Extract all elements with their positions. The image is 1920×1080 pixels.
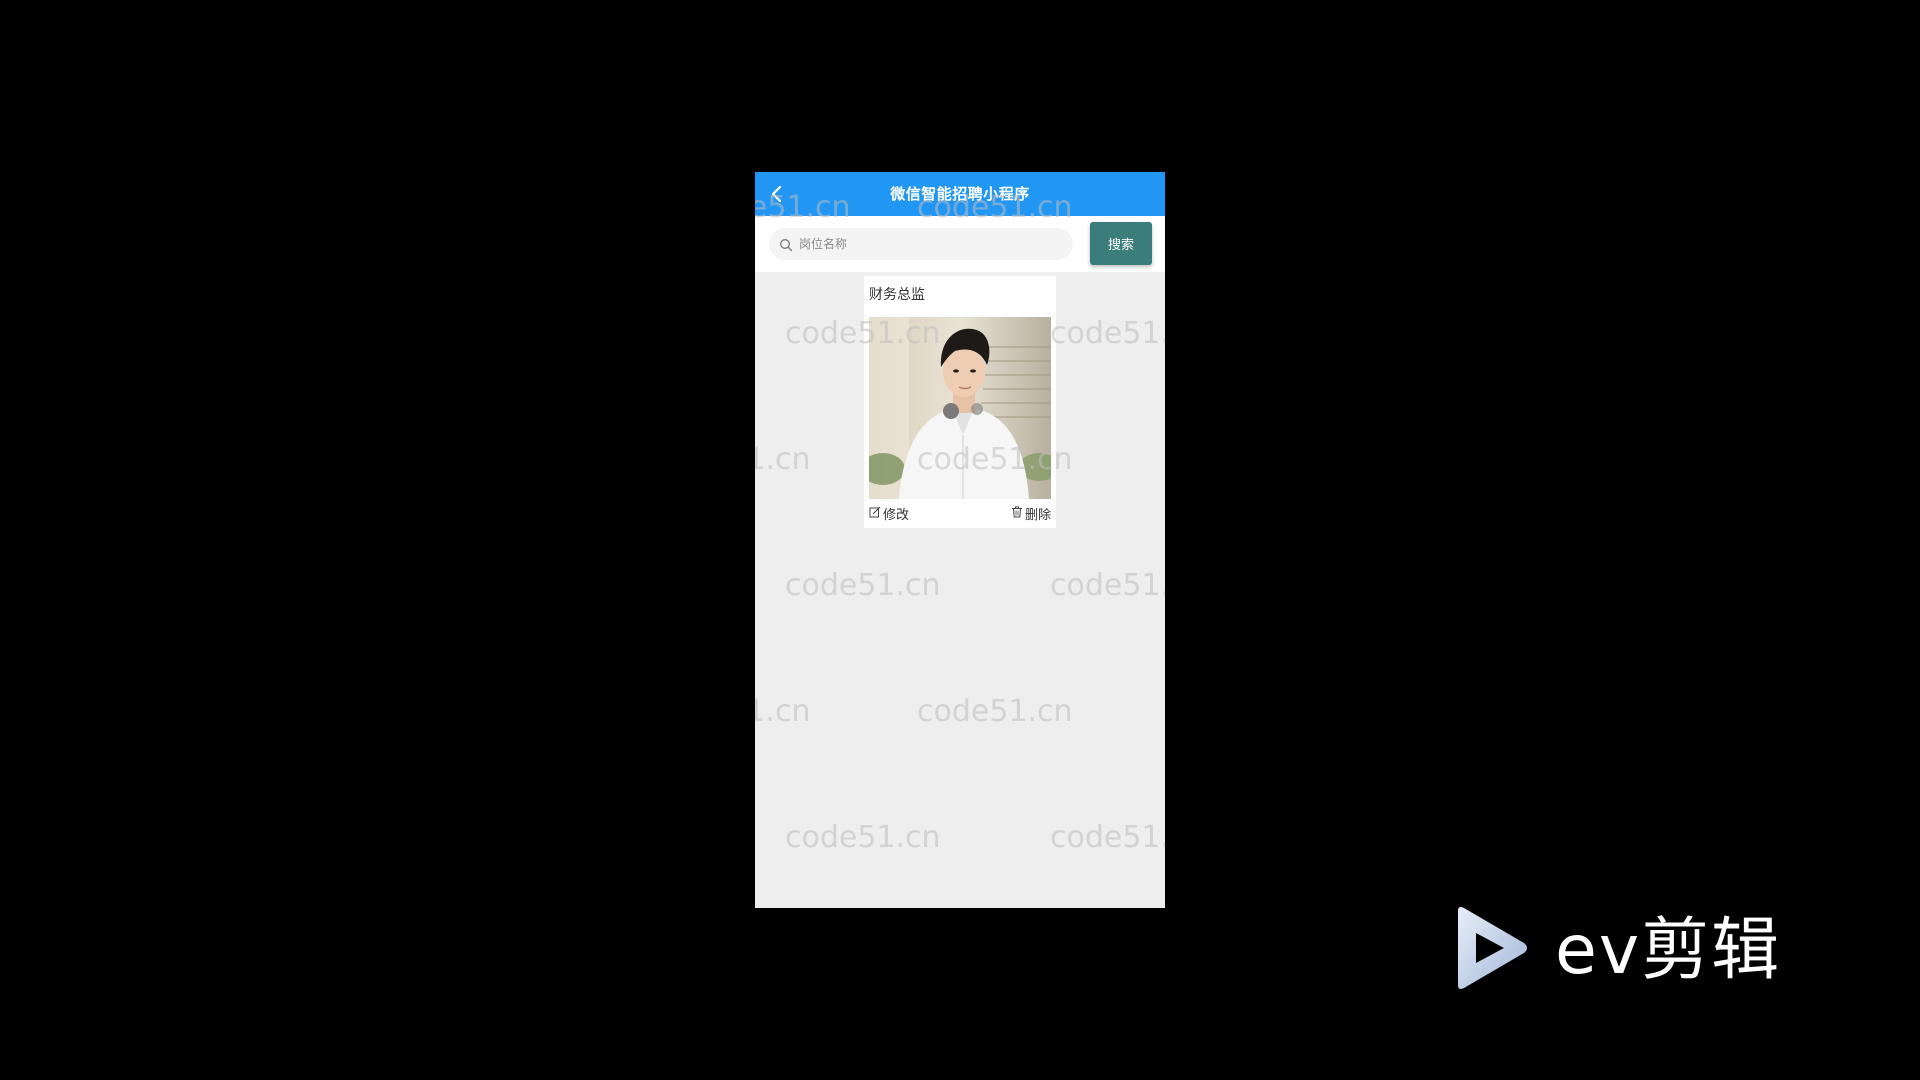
edit-icon [869, 506, 881, 522]
job-title: 财务总监 [869, 287, 925, 303]
nav-bar: 微信智能招聘小程序 [755, 172, 1165, 216]
trash-icon [1011, 505, 1023, 522]
watermark: code51.cn [1050, 568, 1165, 603]
mini-program-screen: 微信智能招聘小程序 搜索 财务总监 [755, 172, 1165, 908]
screen-recording-frame: 微信智能招聘小程序 搜索 财务总监 [0, 0, 1920, 1080]
play-icon [1450, 905, 1530, 991]
watermark: code51.cn [785, 820, 941, 855]
search-bar: 搜索 [755, 216, 1165, 272]
watermark: code51.cn [1050, 316, 1165, 351]
delete-label: 删除 [1024, 508, 1051, 523]
search-icon [779, 237, 793, 252]
edit-button[interactable]: 修改 [869, 504, 909, 523]
search-button[interactable]: 搜索 [1090, 222, 1152, 265]
watermark: code51.cn [1050, 820, 1165, 855]
delete-button[interactable]: 删除 [1011, 504, 1051, 523]
watermark: code51.cn [755, 694, 811, 729]
job-photo [861, 317, 1059, 499]
search-box [769, 228, 1073, 260]
search-input[interactable] [799, 228, 1064, 260]
page-title: 微信智能招聘小程序 [890, 185, 1030, 203]
ev-logo: ev剪辑 [1450, 905, 1830, 995]
ev-logo-text: ev剪辑 [1555, 911, 1782, 990]
watermark: code51.cn [755, 442, 811, 477]
watermark: code51.cn [785, 568, 941, 603]
card-actions: 修改 删除 [869, 504, 1051, 524]
watermark: code51.cn [917, 694, 1073, 729]
job-card[interactable]: 财务总监 修改 删除 [861, 276, 1059, 528]
edit-label: 修改 [883, 508, 910, 523]
